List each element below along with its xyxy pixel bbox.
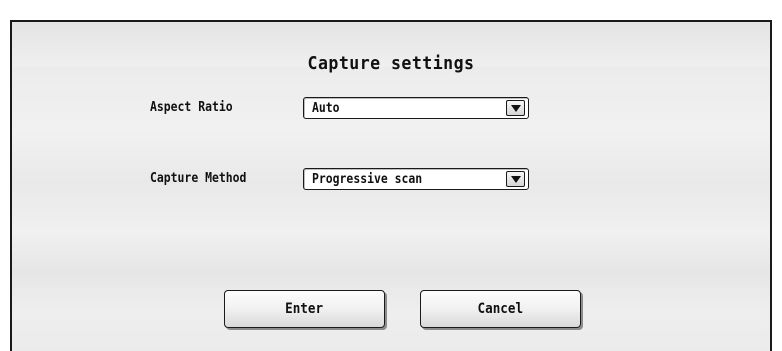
capture-settings-dialog: Capture settings Aspect Ratio Auto Captu…: [10, 20, 772, 351]
enter-button-label: Enter: [285, 301, 324, 317]
capture-method-dropdown-button[interactable]: [506, 171, 525, 187]
aspect-ratio-dropdown-button[interactable]: [506, 100, 525, 116]
aspect-ratio-value: Auto: [312, 101, 340, 116]
cancel-button-label: Cancel: [477, 301, 524, 317]
cancel-button[interactable]: Cancel: [420, 290, 581, 328]
enter-button[interactable]: Enter: [224, 290, 385, 328]
chevron-down-icon: [511, 176, 521, 183]
capture-method-value: Progressive scan: [312, 172, 423, 187]
dialog-title: Capture settings: [307, 53, 475, 74]
aspect-ratio-select[interactable]: Auto: [303, 97, 529, 119]
chevron-down-icon: [511, 105, 521, 112]
capture-method-label: Capture Method: [150, 171, 247, 186]
aspect-ratio-label: Aspect Ratio: [150, 100, 233, 115]
capture-method-select[interactable]: Progressive scan: [303, 168, 529, 190]
